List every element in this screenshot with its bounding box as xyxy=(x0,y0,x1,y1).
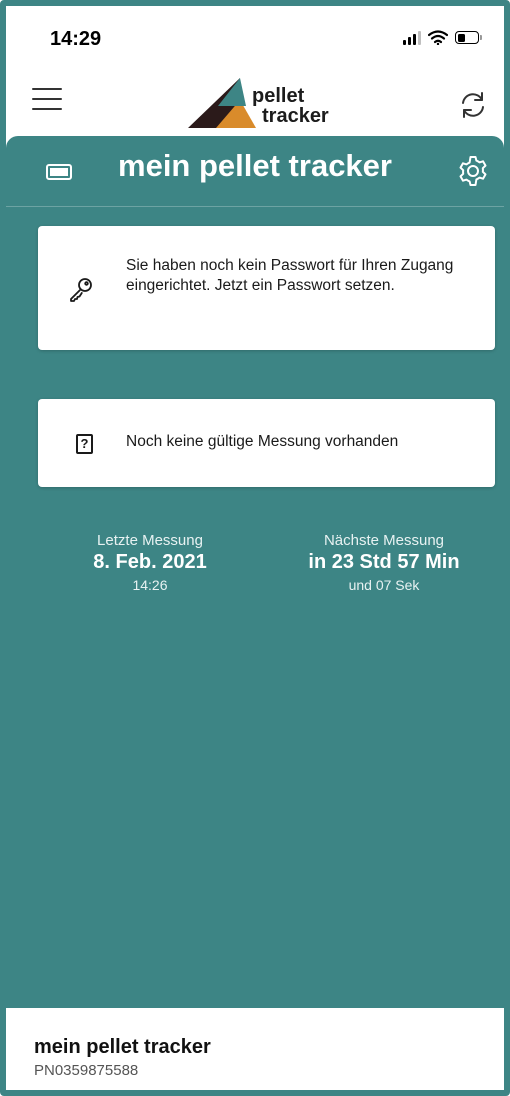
next-measurement-countdown: in 23 Std 57 Min xyxy=(308,551,460,573)
battery-status-icon xyxy=(455,31,482,44)
measurement-status-card: ? Noch keine gültige Messung vorhanden xyxy=(38,399,495,487)
logo-mark-icon xyxy=(188,78,256,128)
last-measurement-label: Letzte Messung xyxy=(97,532,203,549)
logo: pellet tracker xyxy=(186,76,329,128)
next-measurement-seconds: und 07 Sek xyxy=(348,577,420,593)
device-serial: PN0359875588 xyxy=(34,1062,139,1079)
app-header: pellet tracker xyxy=(6,72,504,136)
panel-header: mein pellet tracker xyxy=(6,136,504,206)
last-measurement-date: 8. Feb. 2021 xyxy=(93,551,207,573)
app-frame: 14:29 pellet tracker mein pellet tracker… xyxy=(0,0,510,1096)
device-bar[interactable]: mein pellet tracker PN0359875588 xyxy=(6,1008,504,1095)
set-password-card[interactable]: Sie haben noch kein Passwort für Ihren Z… xyxy=(38,226,495,350)
main-panel: mein pellet tracker Sie haben noch kein … xyxy=(6,136,504,1008)
refresh-icon[interactable] xyxy=(458,90,488,120)
wifi-icon xyxy=(428,30,448,45)
signal-icon xyxy=(403,30,421,45)
status-bar: 14:29 xyxy=(6,6,504,68)
next-measurement-label: Nächste Messung xyxy=(323,532,445,549)
last-measurement-time: 14:26 xyxy=(132,577,168,593)
key-icon xyxy=(70,278,92,302)
last-measurement: Letzte Messung 8. Feb. 2021 14:26 xyxy=(46,532,254,593)
set-password-text: Sie haben noch kein Passwort für Ihren Z… xyxy=(126,257,454,294)
status-icons xyxy=(403,30,482,45)
logo-text-line2: tracker xyxy=(262,105,329,127)
logo-text: pellet tracker xyxy=(252,86,329,126)
panel-title: mein pellet tracker xyxy=(118,148,392,183)
device-name: mein pellet tracker xyxy=(34,1036,211,1058)
logo-text-line1: pellet xyxy=(252,85,305,107)
measurement-status-text: Noch keine gültige Messung vorhanden xyxy=(126,433,399,450)
hamburger-menu-icon[interactable] xyxy=(32,88,62,118)
panel-divider xyxy=(6,206,504,207)
home-indicator[interactable] xyxy=(176,1090,358,1095)
gear-icon[interactable] xyxy=(456,154,490,188)
question-mark-icon: ? xyxy=(76,434,93,454)
status-time: 14:29 xyxy=(50,28,102,50)
next-measurement: Nächste Messung in 23 Std 57 Min und 07 … xyxy=(274,532,494,593)
